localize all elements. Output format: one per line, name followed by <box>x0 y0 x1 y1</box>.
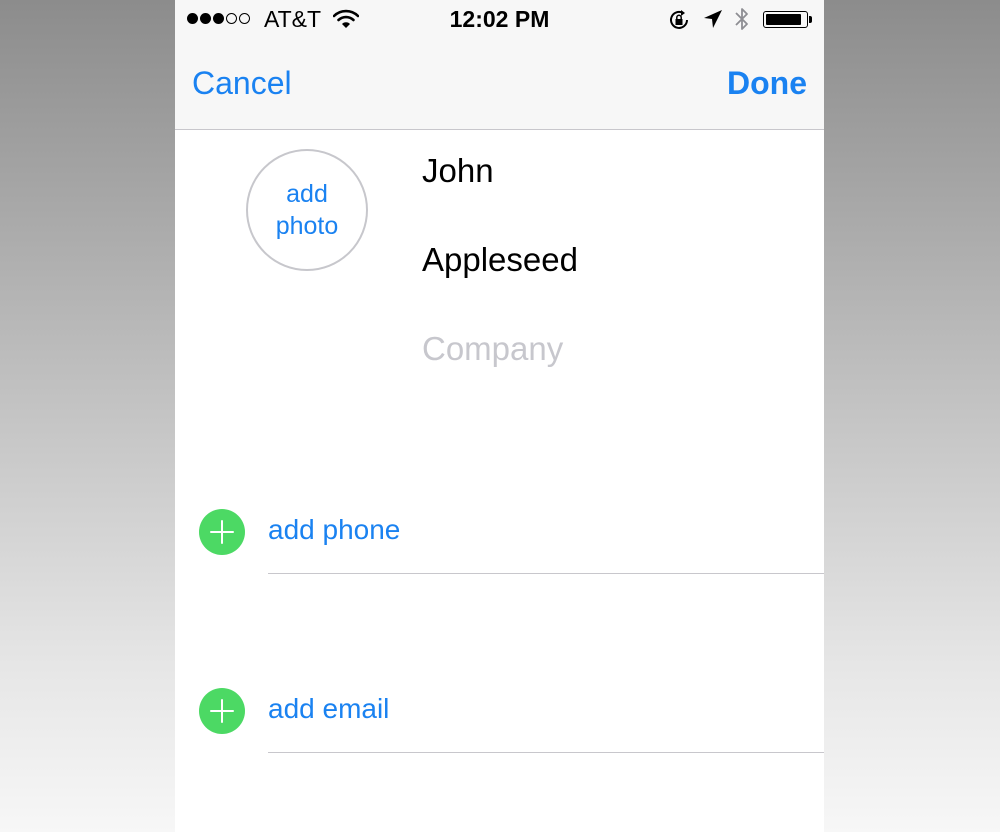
add-photo-button[interactable]: add photo <box>246 149 368 271</box>
add-photo-label-line1: add <box>286 180 328 208</box>
last-name-field[interactable]: Appleseed <box>422 241 578 279</box>
company-field[interactable]: Company <box>422 330 563 368</box>
cancel-button[interactable]: Cancel <box>192 65 292 102</box>
add-phone-row[interactable]: add phone <box>175 502 824 562</box>
status-bar: AT&T 12:02 PM <box>175 0 824 40</box>
add-phone-label[interactable]: add phone <box>268 514 400 546</box>
location-arrow-icon <box>703 9 723 34</box>
add-email-row[interactable]: add email <box>175 681 824 741</box>
first-name-field[interactable]: John <box>422 152 494 190</box>
done-button[interactable]: Done <box>727 65 807 102</box>
separator <box>268 752 824 753</box>
add-email-label[interactable]: add email <box>268 693 389 725</box>
phone-screen: AT&T 12:02 PM Cancel Done add photo John… <box>175 0 824 832</box>
battery-icon <box>763 11 808 28</box>
battery-level <box>766 14 802 25</box>
add-photo-label-line2: photo <box>275 212 339 240</box>
status-time: 12:02 PM <box>449 6 550 32</box>
add-phone-plus-icon[interactable] <box>199 509 245 555</box>
add-email-plus-icon[interactable] <box>199 688 245 734</box>
bluetooth-icon <box>734 6 750 37</box>
separator <box>268 573 824 574</box>
navigation-bar: Cancel Done <box>175 40 824 130</box>
rotation-lock-icon <box>667 8 691 37</box>
battery-cap <box>809 16 812 23</box>
